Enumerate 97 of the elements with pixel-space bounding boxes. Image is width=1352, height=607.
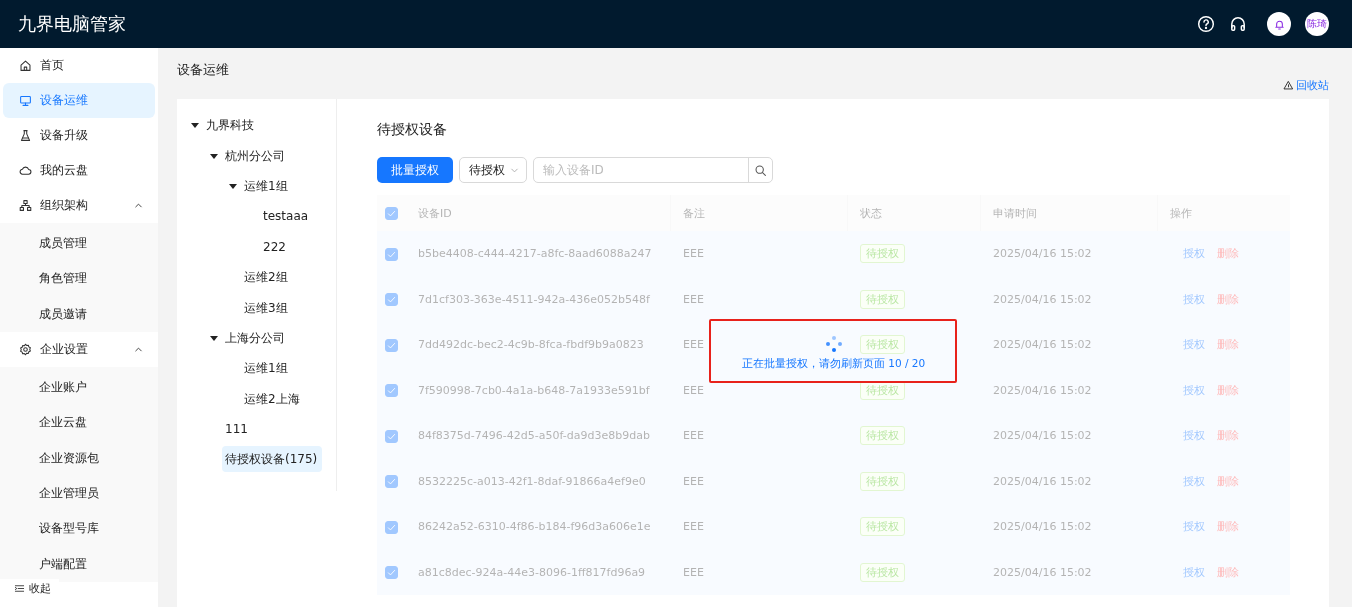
timestamp: 2025/04/16 15:02 [993, 520, 1092, 534]
status-tag: 待授权 [860, 380, 905, 400]
cloud-icon [19, 164, 32, 177]
tree-node[interactable]: 运维2组 [241, 264, 293, 291]
timestamp: 2025/04/16 15:02 [993, 474, 1092, 488]
collapse-button[interactable]: 收起 [0, 579, 59, 597]
note-text: EEE [683, 520, 704, 534]
tree-node[interactable]: 运维1组 [241, 355, 293, 382]
nav-subitem[interactable]: 企业账户 [39, 379, 87, 397]
column-header: 设备ID [418, 206, 452, 220]
check-icon [386, 567, 397, 578]
check-icon [386, 476, 397, 487]
tree-node[interactable]: testaaa [260, 203, 314, 230]
nav-subitem[interactable]: 企业资源包 [39, 449, 99, 467]
nav-subitem[interactable]: 企业管理员 [39, 484, 99, 502]
device-id: 86242a52-6310-4f86-b184-f96d3a606e1e [418, 520, 651, 534]
list-icon [14, 582, 25, 594]
tree-node[interactable]: 运维1组 [241, 172, 293, 199]
status-tag: 待授权 [860, 471, 905, 491]
check-icon [386, 294, 397, 305]
search-field[interactable]: 输入设备ID [533, 157, 773, 183]
nav-subitem[interactable]: 成员管理 [39, 235, 87, 253]
tree-node[interactable]: 上海分公司 [222, 324, 290, 351]
loading-message: 正在批量授权，请勿刷新页面 10 / 20 [741, 357, 926, 371]
check-icon [386, 385, 397, 396]
checkbox[interactable] [385, 520, 398, 534]
note-text: EEE [683, 247, 704, 261]
device-id: 8532225c-a013-42f1-8daf-91866a4ef9e0 [418, 474, 646, 488]
status-select[interactable]: 待授权 [459, 157, 527, 183]
status-tag: 待授权 [860, 289, 905, 309]
search-input[interactable]: 输入设备ID [534, 158, 748, 182]
nav-subitem[interactable]: 成员邀请 [39, 305, 87, 323]
timestamp: 2025/04/16 15:02 [993, 292, 1092, 306]
note-text: EEE [683, 429, 704, 443]
device-id: 84f8375d-7496-42d5-a50f-da9d3e8b9dab [418, 429, 650, 443]
tree-node[interactable]: 222 [260, 233, 291, 260]
device-id: 7dd492dc-bec2-4c9b-8fca-fbdf9b9a0823 [418, 338, 644, 352]
status-tag: 待授权 [860, 244, 905, 264]
caret-icon[interactable] [229, 181, 237, 190]
tree-node[interactable]: 运维2上海 [241, 385, 305, 412]
user-avatar[interactable]: 陈琦 [1305, 12, 1329, 36]
checkbox[interactable] [385, 247, 398, 261]
checkbox[interactable] [385, 206, 398, 220]
checkbox[interactable] [385, 338, 398, 352]
checkbox[interactable] [385, 293, 398, 306]
note-text: EEE [683, 338, 704, 352]
device-id: b5be4408-c444-4217-a8fc-8aad6088a247 [418, 247, 652, 261]
status-tag: 待授权 [860, 426, 905, 446]
device-id: a81c8dec-924a-44e3-8096-1ff817fd96a9 [418, 565, 646, 579]
note-text: EEE [683, 474, 704, 488]
page-title: 设备运维 [177, 60, 229, 79]
timestamp: 2025/04/16 15:02 [993, 247, 1092, 261]
timestamp: 2025/04/16 15:02 [993, 383, 1092, 397]
tree-node[interactable]: 杭州分公司 [222, 142, 290, 169]
search-icon [754, 163, 767, 177]
note-text: EEE [683, 383, 704, 397]
section-title: 待授权设备 [377, 121, 448, 139]
help-icon[interactable] [1197, 15, 1215, 33]
status-tag: 待授权 [860, 562, 905, 582]
flask-icon [19, 129, 32, 142]
notification-button[interactable] [1267, 12, 1291, 36]
timestamp: 2025/04/16 15:02 [993, 338, 1092, 352]
recycle-bin-link[interactable]: 回收站 [1283, 77, 1329, 93]
tree-node[interactable]: 111 [222, 416, 253, 443]
tree-node[interactable]: 九界科技 [203, 112, 259, 139]
caret-icon[interactable] [210, 333, 218, 342]
hierarchy-icon [19, 199, 32, 212]
note-text: EEE [683, 292, 704, 306]
monitor-icon [19, 94, 32, 107]
nav-item[interactable]: 设备运维 [3, 83, 155, 118]
column-header: 状态 [859, 206, 882, 220]
timestamp: 2025/04/16 15:02 [993, 565, 1092, 579]
nav-subitem[interactable]: 企业云盘 [39, 414, 87, 432]
status-tag: 待授权 [860, 335, 905, 355]
tree-node[interactable]: 运维3组 [241, 294, 293, 321]
nav-subitem[interactable]: 角色管理 [39, 270, 87, 288]
home-icon [19, 59, 32, 72]
checkbox[interactable] [385, 566, 398, 579]
app-title: 九界电脑管家 [18, 12, 127, 36]
column-header: 备注 [682, 206, 705, 220]
checkbox[interactable] [385, 384, 398, 397]
checkbox[interactable] [385, 429, 398, 443]
caret-icon[interactable] [210, 151, 218, 160]
batch-authorize-button[interactable]: 批量授权 [377, 157, 453, 183]
caret-icon[interactable] [191, 121, 199, 130]
timestamp: 2025/04/16 15:02 [993, 429, 1092, 443]
device-id: 7d1cf303-363e-4511-942a-436e052b548f [418, 292, 650, 306]
warning-icon [1283, 79, 1294, 91]
note-text: EEE [683, 565, 704, 579]
nav-subitem[interactable]: 设备型号库 [39, 520, 99, 538]
checkbox[interactable] [385, 475, 398, 488]
tree-node[interactable]: 待授权设备(175) [222, 446, 323, 473]
headset-icon[interactable] [1229, 15, 1247, 33]
nav-subitem[interactable]: 户端配置 [39, 555, 87, 573]
settings-icon [19, 342, 32, 356]
status-tag: 待授权 [860, 517, 905, 537]
device-id: 7f590998-7cb0-4a1a-b648-7a1933e591bf [418, 383, 650, 397]
